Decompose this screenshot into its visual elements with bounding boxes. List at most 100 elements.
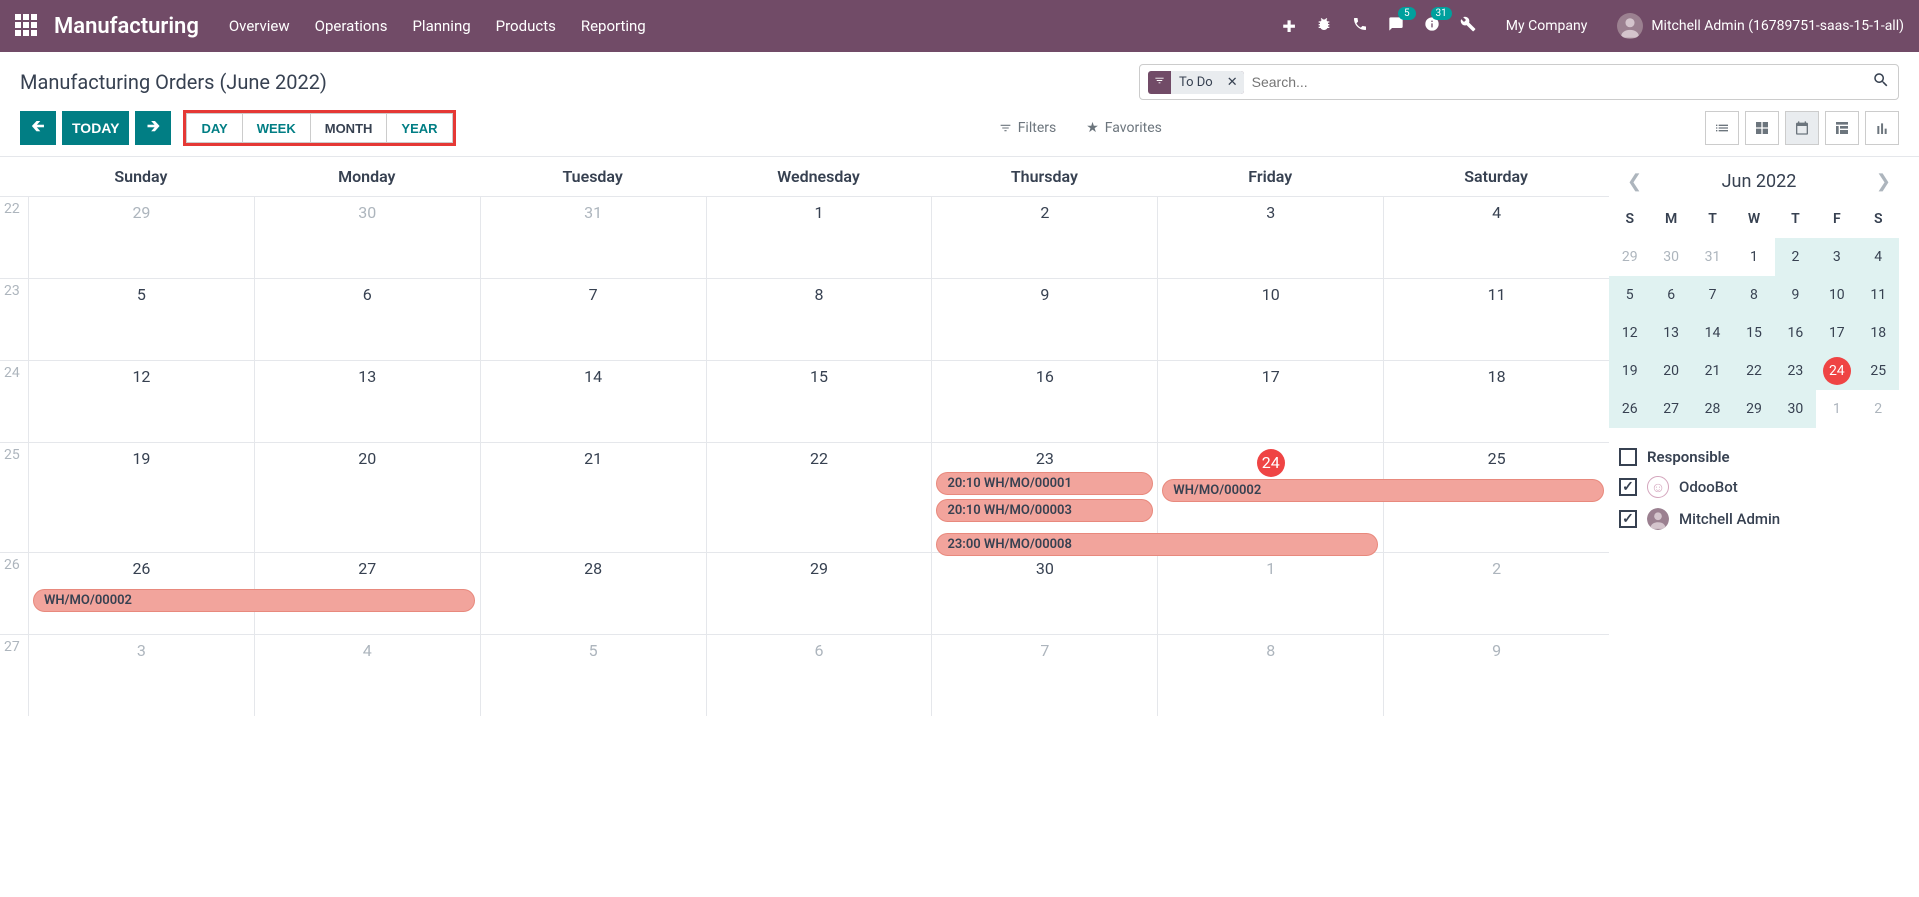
checkbox-icon[interactable] [1619,478,1637,496]
search-input[interactable] [1252,74,1872,90]
menu-overview[interactable]: Overview [229,17,290,35]
calendar-day-cell[interactable]: 9 [1383,635,1609,716]
calendar-day-cell[interactable]: 30 [931,553,1157,634]
app-brand[interactable]: Manufacturing [54,14,199,39]
calendar-day-cell[interactable]: 8 [1157,635,1383,716]
checkbox-icon[interactable] [1619,510,1637,528]
calendar-day-cell[interactable]: 2 [1383,553,1609,634]
mini-day-cell[interactable]: 1 [1816,390,1857,428]
calendar-event[interactable]: 20:10 WH/MO/00001 [936,472,1153,495]
scale-day-button[interactable]: DAY [186,113,241,143]
calendar-day-cell[interactable]: 6 [706,635,932,716]
calendar-day-cell[interactable]: 1 [706,197,932,278]
tools-icon[interactable] [1460,16,1476,36]
calendar-day-cell[interactable]: 16 [931,361,1157,442]
mini-next-icon[interactable]: ❯ [1868,171,1899,192]
mini-day-cell[interactable]: 21 [1692,352,1733,390]
next-button[interactable]: 🡲 [135,111,171,145]
view-pivot-button[interactable] [1825,111,1859,145]
calendar-event[interactable]: WH/MO/00002 [1162,479,1604,502]
menu-reporting[interactable]: Reporting [581,17,646,35]
scale-month-button[interactable]: MONTH [310,113,387,143]
calendar-day-cell[interactable]: 4 [254,635,480,716]
mini-day-cell[interactable]: 22 [1733,352,1774,390]
view-calendar-button[interactable] [1785,111,1819,145]
view-kanban-button[interactable] [1745,111,1779,145]
mini-day-cell[interactable]: 23 [1775,352,1816,390]
mini-day-cell[interactable]: 4 [1858,238,1899,276]
mini-day-cell[interactable]: 20 [1650,352,1691,390]
phone-icon[interactable] [1352,16,1368,36]
calendar-day-cell[interactable]: 29 [28,197,254,278]
checkbox-icon[interactable] [1619,448,1637,466]
calendar-day-cell[interactable]: 22 [706,443,932,552]
calendar-day-cell[interactable]: 14 [480,361,706,442]
calendar-day-cell[interactable]: 2320:10 WH/MO/0000120:10 WH/MO/0000323:0… [931,443,1157,552]
view-list-button[interactable] [1705,111,1739,145]
calendar-day-cell[interactable]: 10 [1157,279,1383,360]
calendar-day-cell[interactable]: 9 [931,279,1157,360]
mini-day-cell[interactable]: 3 [1816,238,1857,276]
calendar-day-cell[interactable]: 12 [28,361,254,442]
mini-day-cell[interactable]: 14 [1692,314,1733,352]
calendar-day-cell[interactable]: 15 [706,361,932,442]
calendar-day-cell[interactable]: 21 [480,443,706,552]
user-menu[interactable]: Mitchell Admin (16789751-saas-15-1-all) [1617,13,1904,39]
mini-prev-icon[interactable]: ❮ [1619,171,1650,192]
activities-icon[interactable]: 31 [1424,16,1440,36]
mini-day-cell[interactable]: 29 [1733,390,1774,428]
calendar-day-cell[interactable]: 1 [1157,553,1383,634]
mini-day-cell[interactable]: 16 [1775,314,1816,352]
apps-icon[interactable] [15,14,39,38]
mini-day-cell[interactable]: 30 [1650,238,1691,276]
calendar-day-cell[interactable]: 31 [480,197,706,278]
calendar-day-cell[interactable]: 5 [28,279,254,360]
filter-item[interactable]: Mitchell Admin [1619,508,1899,530]
menu-operations[interactable]: Operations [315,17,388,35]
mini-day-cell[interactable]: 25 [1858,352,1899,390]
mini-day-cell[interactable]: 2 [1775,238,1816,276]
mini-day-cell[interactable]: 9 [1775,276,1816,314]
mini-day-cell[interactable]: 12 [1609,314,1650,352]
calendar-day-cell[interactable]: 29 [706,553,932,634]
calendar-day-cell[interactable]: 7 [480,279,706,360]
scale-week-button[interactable]: WEEK [242,113,310,143]
mini-day-cell[interactable]: 6 [1650,276,1691,314]
mini-day-cell[interactable]: 15 [1733,314,1774,352]
messages-icon[interactable]: 5 [1388,16,1404,36]
favorites-dropdown[interactable]: ★ Favorites [1086,120,1162,136]
view-graph-button[interactable] [1865,111,1899,145]
search-icon[interactable] [1872,71,1890,93]
mini-day-cell[interactable]: 29 [1609,238,1650,276]
calendar-day-cell[interactable]: 26WH/MO/00002 [28,553,254,634]
mini-day-cell[interactable]: 30 [1775,390,1816,428]
mini-day-cell[interactable]: 8 [1733,276,1774,314]
calendar-day-cell[interactable]: 18 [1383,361,1609,442]
mini-day-cell[interactable]: 26 [1609,390,1650,428]
filter-chip-close-icon[interactable]: ✕ [1221,71,1244,94]
calendar-day-cell[interactable]: 3 [28,635,254,716]
calendar-day-cell[interactable]: 19 [28,443,254,552]
plus-icon[interactable]: ✚ [1282,17,1295,36]
today-button[interactable]: TODAY [62,111,129,145]
mini-day-cell[interactable]: 17 [1816,314,1857,352]
mini-day-cell[interactable]: 27 [1650,390,1691,428]
filter-item[interactable]: ☺OdooBot [1619,476,1899,498]
prev-button[interactable]: 🡰 [20,111,56,145]
mini-day-cell[interactable]: 11 [1858,276,1899,314]
menu-planning[interactable]: Planning [412,17,470,35]
calendar-day-cell[interactable]: 8 [706,279,932,360]
mini-day-cell[interactable]: 10 [1816,276,1857,314]
calendar-day-cell[interactable]: 5 [480,635,706,716]
calendar-event[interactable]: WH/MO/00002 [33,589,475,612]
mini-day-cell[interactable]: 7 [1692,276,1733,314]
bug-icon[interactable] [1316,16,1332,36]
search-box[interactable]: To Do ✕ [1139,64,1899,100]
calendar-event[interactable]: 20:10 WH/MO/00003 [936,499,1153,522]
mini-day-cell[interactable]: 13 [1650,314,1691,352]
mini-day-cell[interactable]: 2 [1858,390,1899,428]
scale-year-button[interactable]: YEAR [386,113,452,143]
filter-responsible[interactable]: Responsible [1619,448,1899,466]
mini-day-cell[interactable]: 28 [1692,390,1733,428]
mini-day-cell[interactable]: 18 [1858,314,1899,352]
